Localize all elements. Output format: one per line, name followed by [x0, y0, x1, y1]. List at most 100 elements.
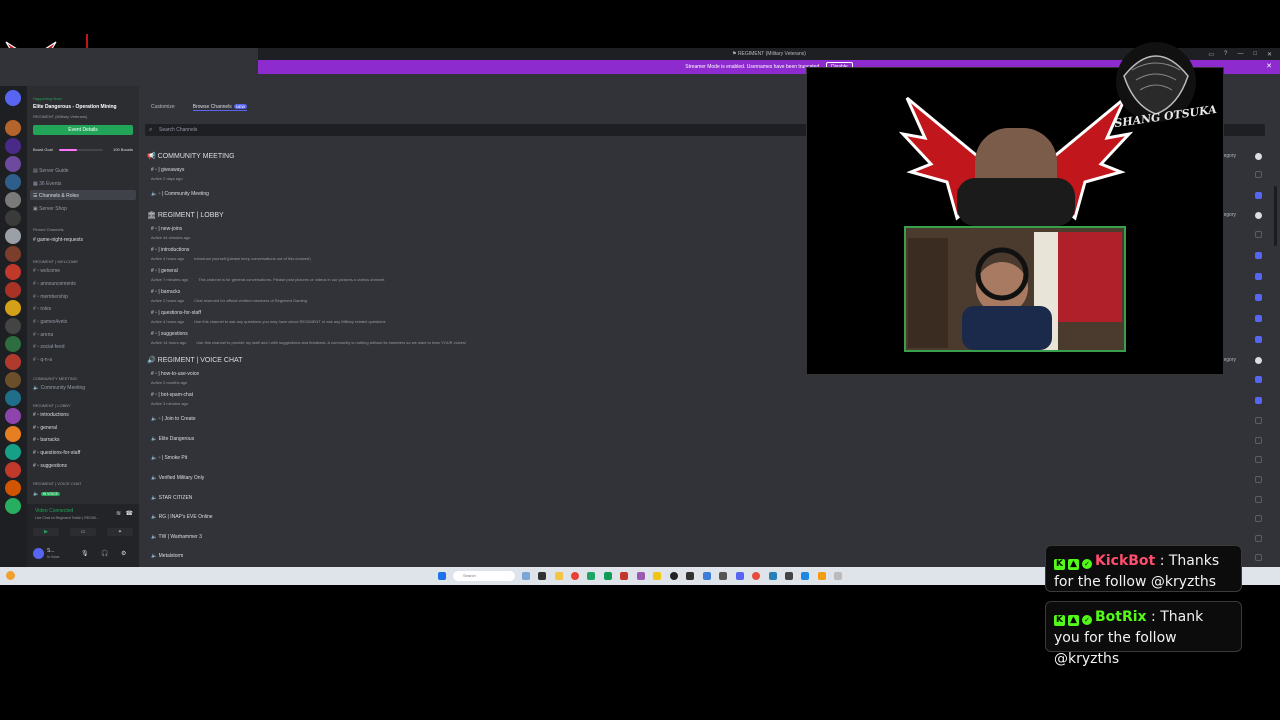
- server-icon[interactable]: [5, 354, 21, 370]
- category-header[interactable]: 🏛 REGIMENT | LOBBY: [147, 211, 224, 219]
- sidebar-channel[interactable]: # ▫ q-n-a: [33, 357, 52, 363]
- category-toggle[interactable]: [1255, 357, 1262, 364]
- noise-suppression-icon[interactable]: ≋: [116, 510, 121, 517]
- category-header[interactable]: REGIMENT | LOBBY: [33, 403, 71, 408]
- sidebar-channel[interactable]: # ▫ welcome: [33, 268, 60, 274]
- server-icon[interactable]: [5, 264, 21, 280]
- server-icon[interactable]: [5, 120, 21, 136]
- channel-checkbox[interactable]: [1255, 376, 1262, 383]
- taskbar-app-icon[interactable]: [686, 572, 694, 580]
- channel-checkbox[interactable]: [1255, 515, 1262, 522]
- channel-checkbox[interactable]: [1255, 476, 1262, 483]
- channel-checkbox[interactable]: [1255, 437, 1262, 444]
- channel-row[interactable]: # ▫ | general: [151, 268, 178, 274]
- sidebar-channel[interactable]: # ▫ social-feed: [33, 344, 65, 350]
- channel-row[interactable]: # ▫ | questions-for-staff: [151, 310, 201, 316]
- server-icon[interactable]: [5, 174, 21, 190]
- channel-row[interactable]: 🔈 TW | Warhammer 3: [151, 534, 202, 540]
- server-icon[interactable]: [5, 210, 21, 226]
- sidebar-channel[interactable]: # ▫ general: [33, 425, 57, 431]
- taskbar-app-icon[interactable]: [620, 572, 628, 580]
- boost-goal[interactable]: Boost Goal 109 Boosts: [33, 147, 133, 153]
- activities-button[interactable]: ✦: [107, 528, 133, 536]
- folder-icon[interactable]: [555, 572, 563, 580]
- taskbar-app-icon[interactable]: [752, 572, 760, 580]
- channel-checkbox[interactable]: [1255, 535, 1262, 542]
- server-icon[interactable]: [5, 372, 21, 388]
- maximize-icon[interactable]: □: [1253, 51, 1257, 57]
- taskbar-app-icon[interactable]: [818, 572, 826, 580]
- channel-row[interactable]: 🔈 ▫ | Community Meeting: [151, 191, 209, 197]
- minimize-icon[interactable]: —: [1237, 51, 1243, 57]
- channel-checkbox[interactable]: [1255, 456, 1262, 463]
- channel-row[interactable]: # ▫ | new-joins: [151, 226, 182, 232]
- inbox-icon[interactable]: ▭: [1208, 51, 1214, 58]
- disconnect-icon[interactable]: ☎: [126, 510, 133, 517]
- taskbar-app-icon[interactable]: [719, 572, 727, 580]
- server-icon[interactable]: [5, 390, 21, 406]
- taskbar-app-icon[interactable]: [604, 572, 612, 580]
- category-header[interactable]: 📢 COMMUNITY MEETING: [147, 152, 235, 160]
- channel-row[interactable]: 🔈 ▫ | Smoke Pit: [151, 455, 187, 461]
- channel-row[interactable]: # ▫ | barracks: [151, 289, 180, 295]
- server-icon[interactable]: [5, 444, 21, 460]
- channel-checkbox[interactable]: [1255, 273, 1262, 280]
- channel-checkbox[interactable]: [1255, 171, 1262, 178]
- channel-checkbox[interactable]: [1255, 252, 1262, 259]
- sidebar-item-channels-roles[interactable]: ☰ Channels & Roles: [33, 193, 79, 199]
- sidebar-channel[interactable]: # ▫ announcements: [33, 281, 76, 287]
- channel-checkbox[interactable]: [1255, 554, 1262, 561]
- channel-checkbox[interactable]: [1255, 192, 1262, 199]
- server-icon[interactable]: [5, 318, 21, 334]
- close-icon[interactable]: ✕: [1267, 51, 1272, 58]
- sidebar-channel[interactable]: # ▫ membership: [33, 294, 68, 300]
- channel-row[interactable]: 🔈 STAR CITIZEN: [151, 495, 192, 501]
- avatar[interactable]: [33, 548, 44, 559]
- tab-browse-channels[interactable]: Browse Channels NEW: [192, 104, 248, 111]
- channel-row[interactable]: # ▫ | bot-spam-chat: [151, 392, 193, 398]
- category-toggle[interactable]: [1255, 212, 1262, 219]
- sidebar-channel[interactable]: # ▫ introductions: [33, 412, 69, 418]
- server-icon[interactable]: [5, 228, 21, 244]
- server-icon[interactable]: [5, 246, 21, 262]
- server-icon[interactable]: [5, 138, 21, 154]
- sidebar-item-events[interactable]: ▦ 36 Events: [33, 181, 61, 187]
- obs-icon[interactable]: [670, 572, 678, 580]
- channel-row[interactable]: # ▫ | how-to-use-voice: [151, 371, 199, 377]
- server-icon[interactable]: [5, 156, 21, 172]
- scrollbar[interactable]: [1274, 186, 1277, 246]
- channel-row[interactable]: # ▫ | giveaways: [151, 167, 184, 173]
- sidebar-channel[interactable]: # ▫ roles: [33, 306, 51, 312]
- taskbar-app-icon[interactable]: [538, 572, 546, 580]
- tab-customize[interactable]: Customize: [151, 104, 175, 111]
- category-toggle[interactable]: [1255, 153, 1262, 160]
- sidebar-channel[interactable]: # ▫ questions-for-staff: [33, 450, 80, 456]
- channel-row[interactable]: # ▫ | introductions: [151, 247, 189, 253]
- channel-row[interactable]: # ▫ | suggestions: [151, 331, 188, 337]
- headphones-icon[interactable]: 🎧: [101, 550, 108, 557]
- sidebar-channel[interactable]: # game-night-requests: [33, 237, 83, 243]
- close-icon[interactable]: ✕: [1266, 60, 1272, 74]
- taskbar-app-icon[interactable]: [834, 572, 842, 580]
- taskbar-app-icon[interactable]: [637, 572, 645, 580]
- server-icon[interactable]: [5, 282, 21, 298]
- sidebar-channel[interactable]: 🔈 Community Meeting: [33, 385, 85, 391]
- taskbar-app-icon[interactable]: [587, 572, 595, 580]
- channel-checkbox[interactable]: [1255, 315, 1262, 322]
- microphone-icon[interactable]: 🎙: [81, 550, 89, 557]
- channel-row[interactable]: 🔈 ▫ | Join to Create: [151, 416, 196, 422]
- server-icon[interactable]: [5, 90, 21, 106]
- category-header[interactable]: REGIMENT | VOICE CHAT: [33, 481, 81, 486]
- taskbar-app-icon[interactable]: [769, 572, 777, 580]
- server-icon[interactable]: [5, 498, 21, 514]
- category-header[interactable]: COMMUNITY MEETING: [33, 376, 77, 381]
- taskbar-app-icon[interactable]: [703, 572, 711, 580]
- channel-checkbox[interactable]: [1255, 496, 1262, 503]
- event-details-button[interactable]: Event Details: [33, 125, 133, 135]
- sidebar-channel[interactable]: # ▫ arena: [33, 332, 53, 338]
- discord-icon[interactable]: [736, 572, 744, 580]
- chrome-icon[interactable]: [571, 572, 579, 580]
- taskbar-app-icon[interactable]: [801, 572, 809, 580]
- start-icon[interactable]: [438, 572, 446, 580]
- channel-checkbox[interactable]: [1255, 231, 1262, 238]
